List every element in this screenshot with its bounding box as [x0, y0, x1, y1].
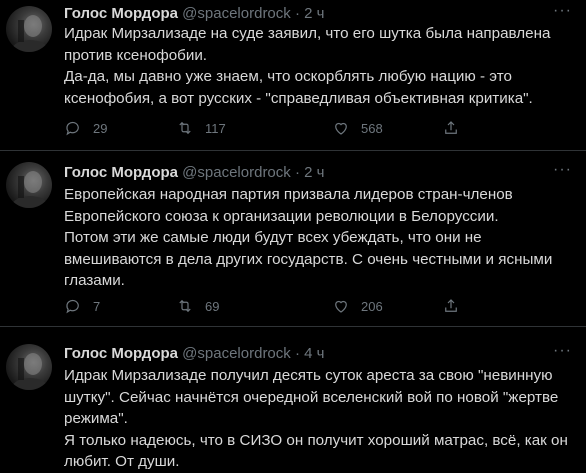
tweet-line: Идрак Мирзализаде на суде заявил, что ег… — [64, 25, 551, 42]
tweet-line: Потом эти же самые люди будут всех убежд… — [64, 229, 482, 247]
author-handle[interactable]: @spacelordrock — [182, 164, 291, 181]
author-handle[interactable]: @spacelordrock — [182, 345, 291, 362]
reply-button[interactable]: 7 — [64, 297, 100, 315]
retweet-button[interactable]: 117 — [176, 119, 226, 137]
tweet-timestamp[interactable]: 2 ч — [304, 5, 324, 22]
tweet-text: Европейская народная партия призвала лид… — [64, 184, 568, 292]
tweet-line: против ксенофобии. — [64, 46, 208, 64]
tweet-timestamp[interactable]: 2 ч — [304, 164, 324, 181]
tweet[interactable]: Голос Мордора @spacelordrock · 2 ч ··· Е… — [0, 152, 586, 327]
reply-count: 7 — [93, 298, 101, 314]
tweet-line: Идрак Мирзализаде получил десять суток а… — [64, 367, 553, 384]
separator-dot: · — [294, 164, 300, 181]
tweet-header: Голос Мордора @spacelordrock · 2 ч — [64, 163, 324, 183]
author-name[interactable]: Голос Мордора — [64, 345, 178, 362]
tweet-line: режима". — [64, 410, 128, 428]
retweet-count: 69 — [205, 298, 220, 314]
share-button[interactable] — [442, 119, 460, 137]
retweet-icon — [179, 299, 191, 313]
timeline-feed: Голос Мордора @spacelordrock · 2 ч ··· И… — [0, 0, 586, 470]
author-handle[interactable]: @spacelordrock — [182, 5, 291, 22]
heart-icon — [335, 122, 347, 135]
like-button[interactable]: 206 — [332, 297, 383, 315]
reply-button[interactable]: 29 — [64, 119, 107, 137]
like-count: 206 — [361, 298, 383, 314]
tweet-line: Да-да, мы давно уже знаем, что оскорблят… — [64, 68, 512, 86]
more-icon[interactable]: ··· — [553, 2, 572, 20]
tweet-line: Я только надеюсь, что в СИЗО он получит … — [64, 431, 568, 449]
tweet-line: Европейская народная партия призвала лид… — [64, 186, 513, 203]
retweet-button[interactable]: 69 — [176, 297, 219, 315]
separator-dot: · — [294, 345, 300, 362]
tweet-line: ксенофобия, а вот русских - "справедлива… — [64, 89, 533, 107]
author-name[interactable]: Голос Мордора — [64, 5, 178, 22]
tweet-text: Идрак Мирзализаде на суде заявил, что ег… — [64, 23, 568, 109]
author-name[interactable]: Голос Мордора — [64, 164, 178, 181]
avatar[interactable] — [6, 344, 52, 390]
avatar[interactable] — [6, 162, 52, 208]
like-count: 568 — [361, 120, 383, 136]
reply-count: 29 — [93, 120, 108, 136]
tweet-line: глазами. — [64, 272, 125, 290]
heart-icon — [335, 300, 347, 313]
tweet-line: Европейского союза к организации революц… — [64, 207, 499, 225]
tweet-line: любит. От души. — [64, 453, 180, 471]
more-icon[interactable]: ··· — [553, 342, 572, 360]
reply-icon — [66, 299, 79, 314]
avatar[interactable] — [6, 6, 52, 52]
retweet-count: 117 — [205, 120, 226, 136]
more-icon[interactable]: ··· — [553, 161, 572, 179]
like-button[interactable]: 568 — [332, 119, 383, 137]
tweet-text: Идрак Мирзализаде получил десять суток а… — [64, 365, 568, 473]
share-icon — [445, 299, 457, 312]
tweet-timestamp[interactable]: 4 ч — [304, 345, 324, 362]
tweet-line: шутку". Сейчас начнётся очередной вселен… — [64, 388, 559, 406]
share-button[interactable] — [442, 297, 460, 315]
tweet[interactable]: Голос Мордора @spacelordrock · 4 ч ··· И… — [0, 328, 586, 470]
separator-dot: · — [294, 5, 300, 22]
share-icon — [445, 121, 457, 134]
tweet[interactable]: Голос Мордора @spacelordrock · 2 ч ··· И… — [0, 0, 586, 151]
tweet-line: вмешиваются в дела других государств. С … — [64, 250, 553, 268]
tweet-header: Голос Мордора @spacelordrock · 4 ч — [64, 344, 324, 364]
reply-icon — [66, 121, 79, 136]
retweet-icon — [179, 121, 191, 135]
tweet-header: Голос Мордора @spacelordrock · 2 ч — [64, 4, 324, 24]
